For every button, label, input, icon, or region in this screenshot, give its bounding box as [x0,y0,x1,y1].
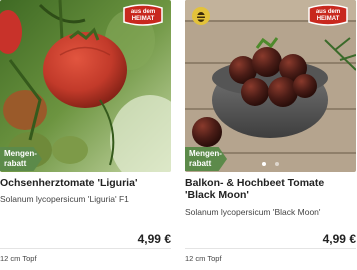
product-price: 4,99 € [322,232,356,246]
pot-size: 12 cm Topf [185,254,222,263]
heimat-seal: aus dem HEIMAT [121,4,165,33]
product-name[interactable]: Balkon- & Hochbeet Tomate 'Black Moon' [185,177,356,201]
product-name[interactable]: Ochsenherztomate 'Liguria' [0,177,171,189]
product-latin-name: Solanum lycopersicum 'Black Moon' [185,207,321,217]
product-card-black-moon[interactable]: aus dem HEIMAT Mengen- rabatt Balkon- & … [185,0,356,270]
bee-friendly-icon [191,6,211,26]
pot-size: 12 cm Topf [0,254,37,263]
carousel-dots [185,153,356,171]
heimat-seal: aus dem HEIMAT [306,4,350,33]
divider [185,248,356,249]
product-latin-name: Solanum lycopersicum 'Liguria' F1 [0,194,129,204]
carousel-dot[interactable] [262,162,267,166]
product-price: 4,99 € [137,232,171,246]
quantity-discount-badge: Mengen- rabatt [0,147,42,171]
divider [0,248,171,249]
carousel-dot[interactable] [274,162,279,166]
product-card-liguria[interactable]: aus dem HEIMAT Mengen- rabatt Ochsenherz… [0,0,171,270]
